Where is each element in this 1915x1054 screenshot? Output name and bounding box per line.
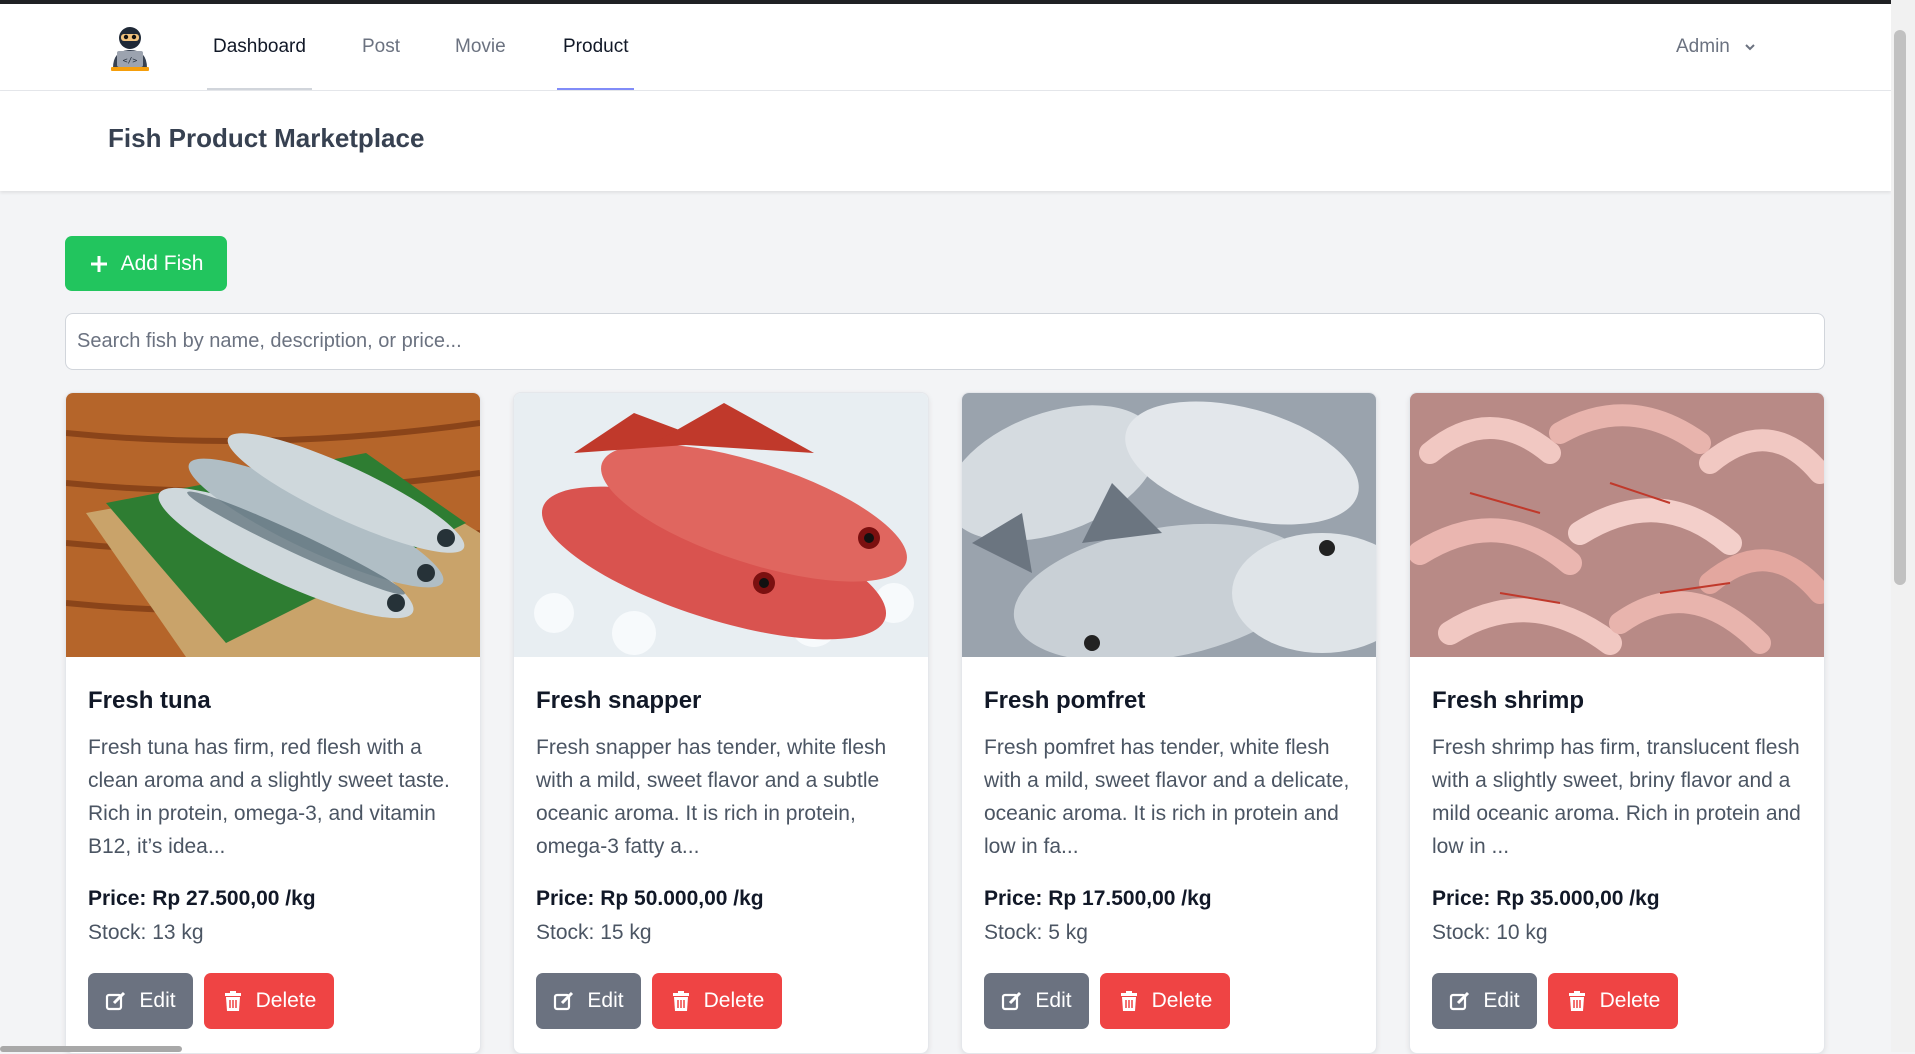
edit-icon bbox=[1450, 991, 1470, 1011]
product-price: Price: Rp 35.000,00 /kg bbox=[1432, 887, 1660, 910]
product-image-snapper bbox=[514, 393, 928, 657]
edit-button[interactable]: Edit bbox=[536, 973, 641, 1029]
product-card: Fresh shrimp Fresh shrimp has firm, tran… bbox=[1409, 392, 1825, 1054]
product-stock: Stock: 5 kg bbox=[984, 921, 1088, 944]
product-image-shrimp bbox=[1410, 393, 1824, 657]
plus-icon bbox=[90, 255, 107, 272]
product-name: Fresh shrimp bbox=[1432, 687, 1585, 714]
svg-text:</>: </> bbox=[123, 56, 138, 65]
nav-link-movie[interactable]: Movie bbox=[449, 4, 512, 90]
delete-button[interactable]: Delete bbox=[1548, 973, 1678, 1029]
delete-label: Delete bbox=[1151, 989, 1213, 1012]
search-input[interactable] bbox=[65, 313, 1825, 370]
product-stock: Stock: 10 kg bbox=[1432, 921, 1548, 944]
product-card: Fresh tuna Fresh tuna has firm, red fles… bbox=[65, 392, 481, 1054]
vertical-scrollbar-thumb[interactable] bbox=[1894, 30, 1906, 585]
product-image-tuna bbox=[66, 393, 480, 657]
product-name: Fresh pomfret bbox=[984, 687, 1146, 714]
add-fish-label: Add Fish bbox=[120, 251, 204, 275]
edit-button[interactable]: Edit bbox=[88, 973, 193, 1029]
logo-icon[interactable]: </> bbox=[107, 24, 153, 72]
page: </> Dashboard Post Movie Product Admin F… bbox=[0, 4, 1891, 1054]
user-name: Admin bbox=[1676, 36, 1730, 57]
trash-icon bbox=[672, 991, 689, 1011]
chevron-down-icon bbox=[1745, 44, 1755, 51]
delete-button[interactable]: Delete bbox=[1100, 973, 1230, 1029]
delete-button[interactable]: Delete bbox=[204, 973, 334, 1029]
product-description: Fresh tuna has firm, red flesh with a cl… bbox=[88, 736, 450, 858]
trash-icon bbox=[224, 991, 241, 1011]
edit-label: Edit bbox=[139, 989, 176, 1012]
product-price: Price: Rp 50.000,00 /kg bbox=[536, 887, 764, 910]
edit-icon bbox=[106, 991, 126, 1011]
product-price: Price: Rp 27.500,00 /kg bbox=[88, 887, 316, 910]
edit-label: Edit bbox=[1483, 989, 1520, 1012]
edit-button[interactable]: Edit bbox=[1432, 973, 1537, 1029]
nav-link-post[interactable]: Post bbox=[356, 4, 406, 90]
delete-label: Delete bbox=[703, 989, 765, 1012]
delete-button[interactable]: Delete bbox=[652, 973, 782, 1029]
edit-icon bbox=[1002, 991, 1022, 1011]
product-stock: Stock: 15 kg bbox=[536, 921, 652, 944]
product-card: Fresh snapper Fresh snapper has tender, … bbox=[513, 392, 929, 1054]
product-stock: Stock: 13 kg bbox=[88, 921, 204, 944]
nav-link-dashboard[interactable]: Dashboard bbox=[207, 4, 312, 90]
edit-icon bbox=[554, 991, 574, 1011]
trash-icon bbox=[1120, 991, 1137, 1011]
product-name: Fresh tuna bbox=[88, 687, 211, 714]
edit-button[interactable]: Edit bbox=[984, 973, 1089, 1029]
product-card: Fresh pomfret Fresh pomfret has tender, … bbox=[961, 392, 1377, 1054]
edit-label: Edit bbox=[587, 989, 624, 1012]
product-description: Fresh snapper has tender, white flesh wi… bbox=[536, 736, 887, 858]
page-title: Fish Product Marketplace bbox=[108, 123, 425, 153]
user-menu[interactable]: Admin bbox=[1676, 4, 1758, 90]
product-price: Price: Rp 17.500,00 /kg bbox=[984, 887, 1212, 910]
trash-icon bbox=[1568, 991, 1585, 1011]
add-fish-button[interactable]: Add Fish bbox=[65, 236, 227, 291]
product-image-pomfret bbox=[962, 393, 1376, 657]
delete-label: Delete bbox=[255, 989, 317, 1012]
product-description: Fresh shrimp has firm, translucent flesh… bbox=[1432, 736, 1801, 858]
product-name: Fresh snapper bbox=[536, 687, 702, 714]
delete-label: Delete bbox=[1599, 989, 1661, 1012]
nav-link-product[interactable]: Product bbox=[557, 4, 635, 90]
top-navigation: </> Dashboard Post Movie Product Admin bbox=[0, 4, 1891, 91]
edit-label: Edit bbox=[1035, 989, 1072, 1012]
product-description: Fresh pomfret has tender, white flesh wi… bbox=[984, 736, 1350, 858]
page-header: Fish Product Marketplace bbox=[0, 91, 1891, 191]
horizontal-scrollbar-thumb[interactable] bbox=[0, 1046, 182, 1052]
